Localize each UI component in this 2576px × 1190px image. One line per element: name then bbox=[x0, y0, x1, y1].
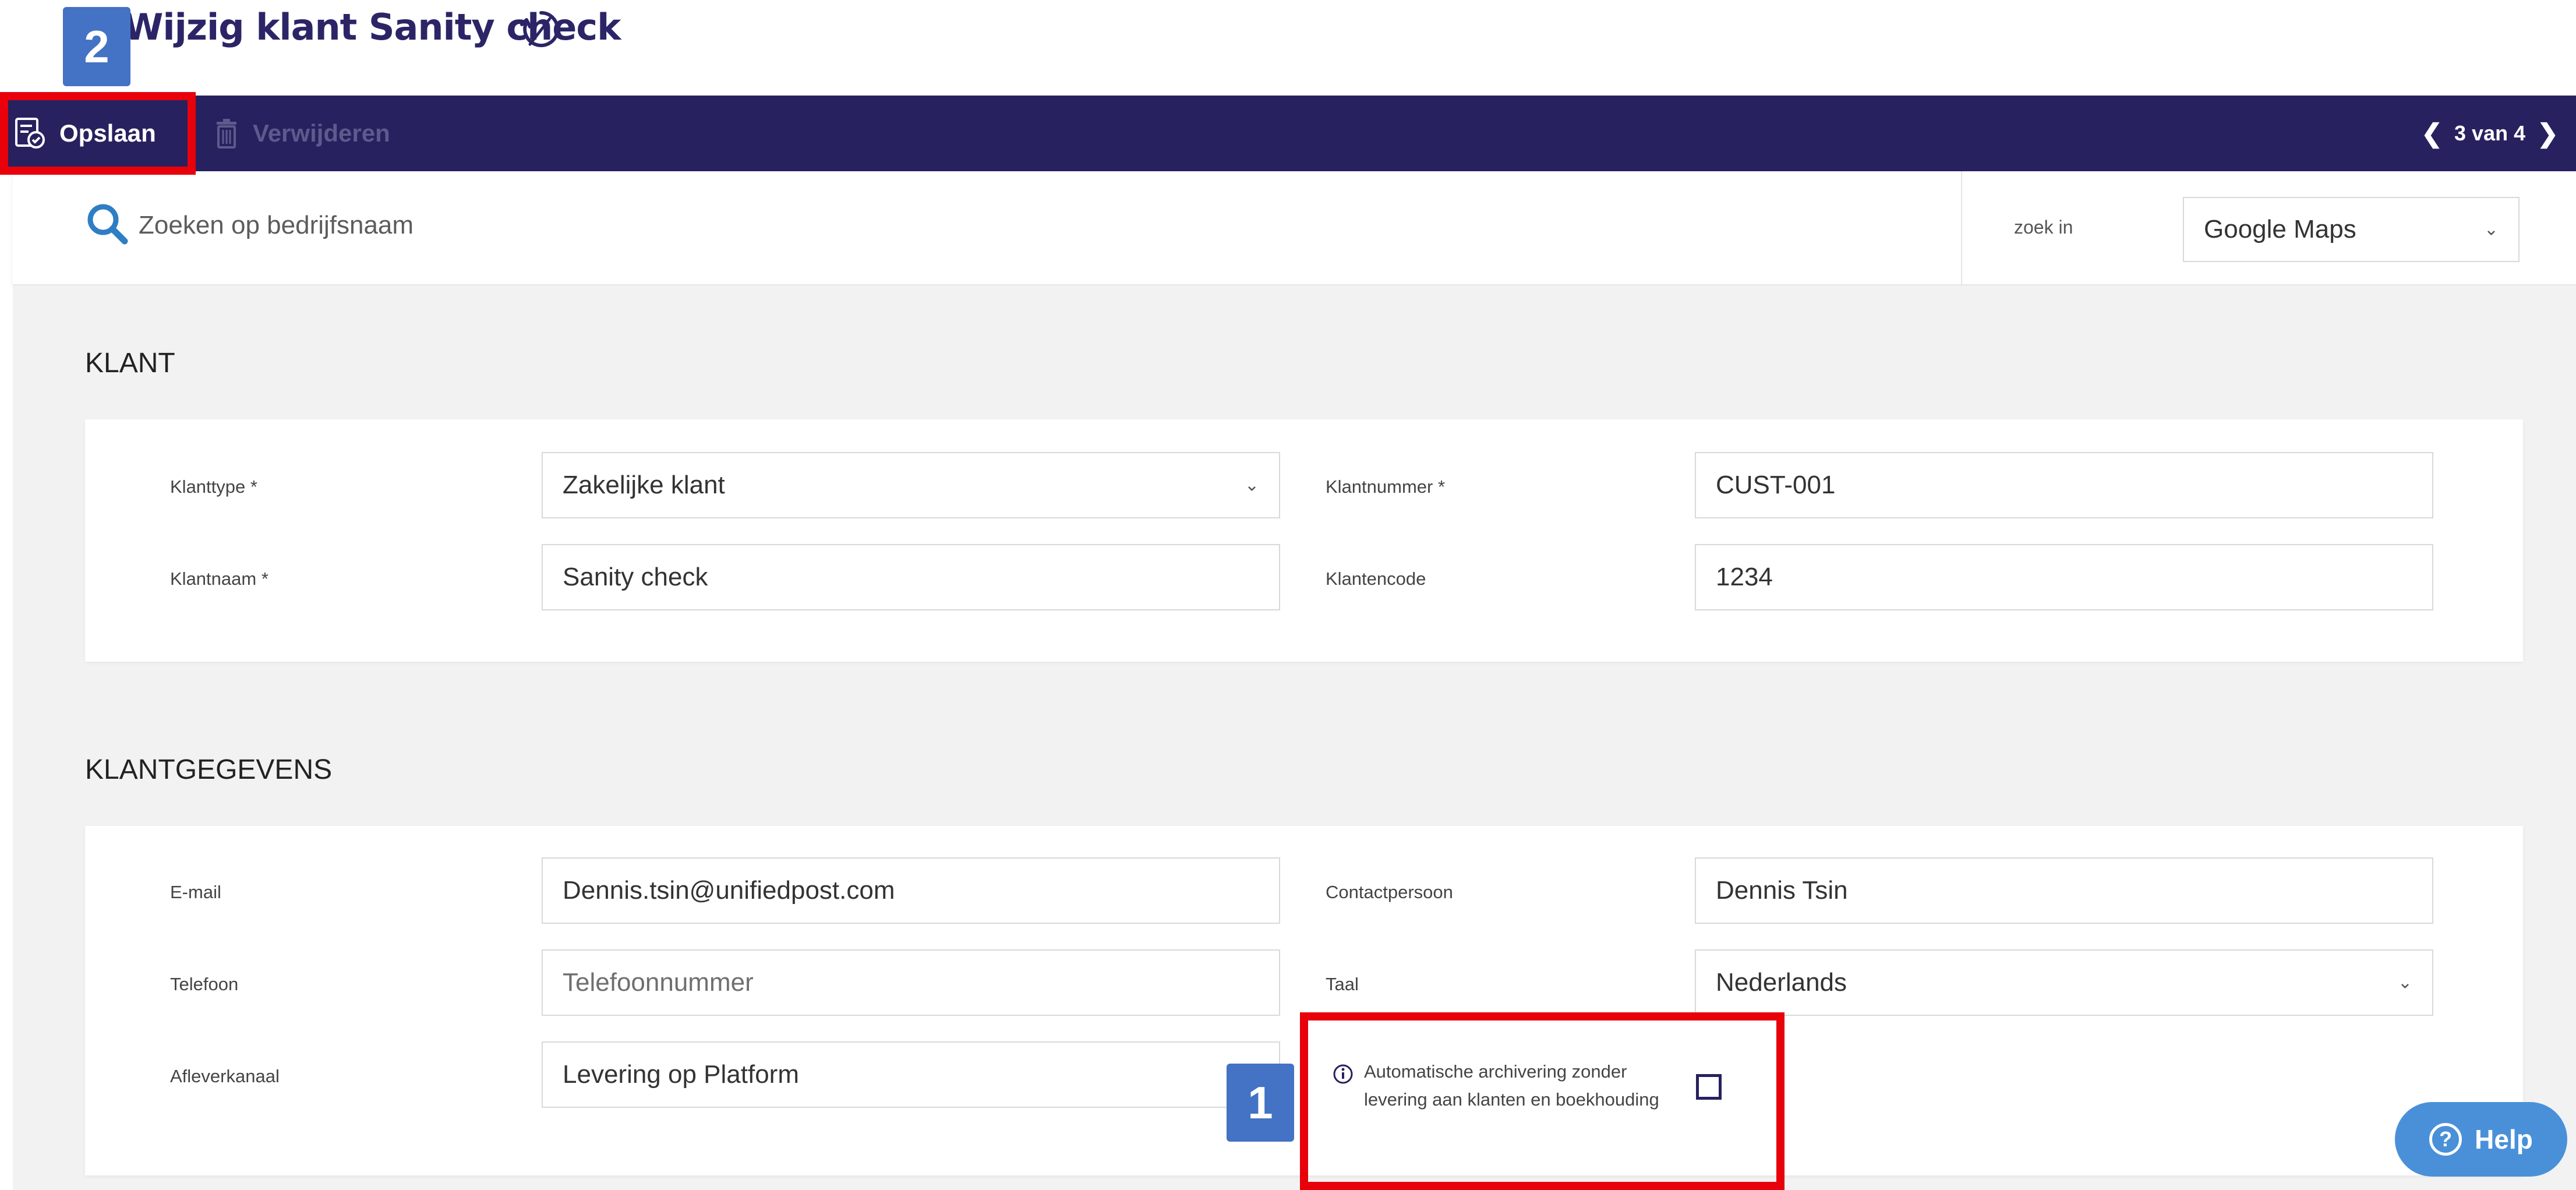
company-search-bar: zoek in Google Maps ⌄ bbox=[13, 171, 2576, 285]
afleverkanaal-label: Afleverkanaal bbox=[170, 1066, 280, 1086]
taal-label: Taal bbox=[1326, 974, 1359, 994]
section-title-klant: KLANT bbox=[85, 348, 175, 379]
contactpersoon-label: Contactpersoon bbox=[1326, 882, 1453, 902]
delete-button-label: Verwijderen bbox=[253, 119, 390, 147]
zoek-in-value: Google Maps bbox=[2204, 215, 2356, 243]
trash-icon bbox=[217, 119, 236, 149]
chevron-down-icon: ⌄ bbox=[2397, 973, 2412, 993]
record-pager: ❮ 3 van 4 ❯ bbox=[2409, 96, 2570, 171]
pager-text: 3 van 4 bbox=[2454, 121, 2526, 145]
afleverkanaal-input[interactable]: Levering op Platform bbox=[542, 1041, 1280, 1108]
page-header: Wijzig klant Sanity check bbox=[0, 0, 2576, 96]
zoek-in-label: zoek in bbox=[2014, 217, 2073, 238]
highlight-box-archivering bbox=[1300, 1012, 1785, 1190]
highlight-box-opslaan bbox=[0, 92, 196, 175]
klanttype-value: Zakelijke klant bbox=[563, 471, 725, 499]
chevron-down-icon: ⌄ bbox=[1244, 475, 1259, 495]
help-button[interactable]: ? Help bbox=[2395, 1102, 2567, 1177]
klantencode-input[interactable]: 1234 bbox=[1695, 544, 2433, 610]
refresh-circle-icon[interactable] bbox=[517, 7, 565, 55]
section-title-klantgegevens: KLANTGEGEVENS bbox=[85, 754, 333, 785]
klantnaam-label: Klantnaam * bbox=[170, 568, 268, 589]
klanttype-select[interactable]: Zakelijke klant ⌄ bbox=[542, 452, 1280, 518]
telefoon-label: Telefoon bbox=[170, 974, 239, 994]
chevron-right-icon[interactable]: ❯ bbox=[2537, 119, 2559, 149]
contactpersoon-input[interactable]: Dennis Tsin bbox=[1695, 857, 2433, 924]
klantnummer-input[interactable]: CUST-001 bbox=[1695, 452, 2433, 518]
klantencode-label: Klantencode bbox=[1326, 568, 1426, 589]
telefoon-input[interactable]: Telefoonnummer bbox=[542, 949, 1280, 1016]
chevron-down-icon: ⌄ bbox=[2483, 220, 2499, 239]
help-label: Help bbox=[2475, 1124, 2533, 1154]
chevron-left-icon[interactable]: ❮ bbox=[2421, 119, 2443, 149]
divider bbox=[1961, 171, 1962, 285]
question-circle-icon: ? bbox=[2429, 1123, 2462, 1156]
company-search-input[interactable] bbox=[139, 205, 1070, 246]
form-content: KLANT Klanttype * Zakelijke klant ⌄ Klan… bbox=[13, 285, 2576, 1190]
taal-value: Nederlands bbox=[1716, 968, 1847, 997]
zoek-in-select[interactable]: Google Maps ⌄ bbox=[2183, 197, 2520, 262]
delete-button[interactable]: Verwijderen bbox=[214, 96, 390, 171]
search-icon bbox=[87, 204, 128, 245]
taal-select[interactable]: Nederlands ⌄ bbox=[1695, 949, 2433, 1016]
klantnummer-label: Klantnummer * bbox=[1326, 476, 1446, 497]
toolbar: Opslaan Verwijderen ❮ 3 van 4 ❯ bbox=[0, 96, 2576, 171]
klant-card: Klanttype * Zakelijke klant ⌄ Klantnumme… bbox=[85, 419, 2523, 662]
email-label: E-mail bbox=[170, 882, 221, 902]
klantnaam-input[interactable]: Sanity check bbox=[542, 544, 1280, 610]
page: Wijzig klant Sanity check Opslaan Verwij… bbox=[0, 0, 2576, 1190]
klanttype-label: Klanttype * bbox=[170, 476, 257, 497]
email-input[interactable]: Dennis.tsin@unifiedpost.com bbox=[542, 857, 1280, 924]
step-badge-1: 1 bbox=[1227, 1064, 1294, 1142]
step-badge-2: 2 bbox=[63, 7, 130, 86]
